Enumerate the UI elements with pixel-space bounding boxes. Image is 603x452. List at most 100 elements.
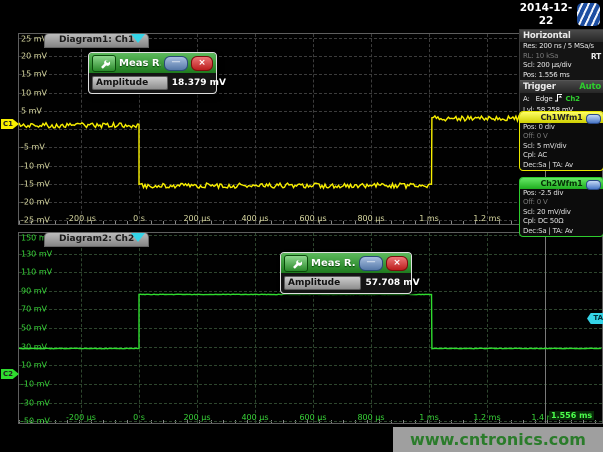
rohde-schwarz-logo	[577, 3, 600, 26]
ch1-waveform-titlebar[interactable]: Ch1Wfm1	[520, 112, 603, 123]
y-axis-label: -10 mV	[21, 161, 50, 170]
x-axis-label: 1.2 ms	[473, 413, 500, 422]
trigger-mode-badge: Auto	[579, 82, 601, 92]
y-axis-label: 20 mV	[21, 51, 47, 60]
ch2-waveform-settings-box[interactable]: Ch2Wfm1 Pos: -2.5 div Off: 0 V Scl: 20 m…	[519, 177, 603, 237]
close-button[interactable]: ×	[191, 56, 213, 71]
y-axis-label: -50 mV	[21, 417, 50, 424]
y-axis-label: 90 mV	[21, 286, 47, 295]
date-label: 2014-12-22	[517, 2, 575, 28]
ch2-decimation-row: Dec:Sa | TA: Av	[520, 227, 603, 236]
ch2-position-row: Pos: -2.5 div	[520, 189, 603, 198]
ch1-scale-row: Scl: 5 mV/div	[520, 142, 603, 151]
trigger-type-value: Edge	[536, 95, 553, 105]
horizontal-scale-row: Scl: 200 µs/div	[520, 61, 603, 71]
watermark-banner: www.cntronics.com	[393, 427, 603, 452]
y-axis-label: -15 mV	[21, 179, 50, 188]
y-axis-label: 5 mV	[21, 106, 42, 115]
ch1-coupling-row: Cpl: AC	[520, 151, 603, 160]
x-axis-label: 400 µs	[241, 214, 268, 223]
y-axis-label: 70 mV	[21, 305, 47, 314]
x-axis-label: 200 µs	[183, 214, 210, 223]
measurement-parameter[interactable]: Amplitude	[284, 276, 361, 290]
timebase-scale-value: Scl: 200 µs/div	[523, 61, 571, 71]
trigger-position-marker-diagram1[interactable]	[131, 34, 145, 43]
horizontal-position-row: Pos: 1.556 ms	[520, 71, 603, 81]
measurement-value: 18.379 mV	[172, 78, 228, 88]
x-axis-label: 600 µs	[299, 214, 326, 223]
measurement-window-2[interactable]: Meas R...2 — × Amplitude 57.708 mV	[280, 252, 412, 294]
ch2-scale-row: Scl: 20 mV/div	[520, 208, 603, 217]
measurement-window-2-body: Amplitude 57.708 mV	[281, 273, 411, 293]
measurement-settings-button[interactable]	[284, 255, 308, 272]
trigger-source-value: Ch2	[565, 95, 579, 105]
ch2-coupling-row: Cpl: DC 50Ω	[520, 217, 603, 226]
realtime-badge: RT	[591, 52, 601, 62]
x-axis-label: -200 µs	[66, 413, 96, 422]
x-axis-label: 0 s	[133, 413, 145, 422]
x-axis-label: 0 s	[133, 214, 145, 223]
record-length-value: RL: 10 kSa	[523, 52, 558, 62]
measurement-settings-button[interactable]	[92, 55, 116, 72]
y-axis-label: -30 mV	[21, 398, 50, 407]
trigger-source-row: A: Edge Ch2	[520, 93, 603, 106]
resolution-value: Res: 200 ns / 5 MSa/s	[523, 42, 594, 52]
ch1-offset-row: Off: 0 V	[520, 132, 603, 141]
y-axis-label: 15 mV	[21, 70, 47, 79]
horizontal-resolution-row: Res: 200 ns / 5 MSa/s	[520, 42, 603, 52]
x-axis-label: 1.2 ms	[473, 214, 500, 223]
measurement-window-2-titlebar[interactable]: Meas R...2 — ×	[281, 253, 411, 273]
ch2-offset-row: Off: 0 V	[520, 198, 603, 207]
y-axis-label: 10 mV	[21, 88, 47, 97]
y-axis-label: -10 mV	[21, 379, 50, 388]
minimize-button[interactable]: —	[359, 256, 383, 271]
acquisition-settings-panel: Horizontal Res: 200 ns / 5 MSa/s RL: 10 …	[519, 29, 603, 117]
ch1-position-row: Pos: 0 div	[520, 123, 603, 132]
ch2-waveform-title: Ch2Wfm1	[541, 179, 583, 188]
rising-edge-icon	[554, 93, 563, 106]
minimize-button[interactable]: —	[164, 56, 188, 71]
x-axis-label: -200 µs	[66, 214, 96, 223]
x-axis-label: 400 µs	[241, 413, 268, 422]
measurement-window-1[interactable]: Meas R...1 — × Amplitude 18.379 mV	[88, 52, 217, 94]
watermark-text: www.cntronics.com	[410, 430, 586, 449]
channel2-position-marker[interactable]: C2	[1, 369, 19, 379]
y-axis-label: 110 mV	[21, 268, 52, 277]
measurement-window-1-body: Amplitude 18.379 mV	[89, 73, 216, 93]
wrench-icon	[99, 54, 110, 73]
horizontal-section-header[interactable]: Horizontal	[520, 30, 603, 42]
y-axis-label: 30 mV	[21, 342, 47, 351]
wrench-icon	[291, 254, 302, 273]
close-button[interactable]: ×	[386, 256, 408, 271]
ch2-waveform-titlebar[interactable]: Ch2Wfm1	[520, 178, 603, 189]
x-axis-label: 1 ms	[419, 413, 439, 422]
y-axis-label: 10 mV	[21, 361, 47, 370]
channel1-position-marker[interactable]: C1	[1, 119, 19, 129]
y-axis-label: -25 mV	[21, 216, 50, 225]
trigger-section-header[interactable]: Trigger Auto	[520, 80, 603, 93]
oscilloscope-screen: 25 mV20 mV15 mV10 mV5 mV-5 mV-10 mV-15 m…	[0, 0, 603, 452]
ch1-waveform-title: Ch1Wfm1	[541, 113, 583, 122]
measurement-parameter[interactable]: Amplitude	[92, 76, 168, 90]
y-axis-label: -20 mV	[21, 198, 50, 207]
acquisition-position-label: 1.556 ms	[549, 411, 594, 420]
timebase-position-value: Pos: 1.556 ms	[523, 71, 570, 81]
ch1-waveform-settings-box[interactable]: Ch1Wfm1 Pos: 0 div Off: 0 V Scl: 5 mV/di…	[519, 111, 603, 171]
measurement-window-1-title: Meas R...1	[119, 58, 161, 69]
y-axis-label: 50 mV	[21, 324, 47, 333]
ch1-decimation-row: Dec:Sa | TA: Av	[520, 161, 603, 170]
minimize-icon[interactable]	[586, 114, 601, 124]
x-axis-label: 200 µs	[183, 413, 210, 422]
trigger-a-label: A:	[523, 95, 530, 105]
y-axis-label: 130 mV	[21, 249, 52, 258]
x-axis-label: 800 µs	[357, 214, 384, 223]
measurement-window-1-titlebar[interactable]: Meas R...1 — ×	[89, 53, 216, 73]
trigger-position-marker-diagram2[interactable]	[131, 233, 145, 242]
horizontal-recordlength-row: RL: 10 kSa RT	[520, 52, 603, 62]
x-axis-label: 800 µs	[357, 413, 384, 422]
x-axis-label: 1 ms	[419, 214, 439, 223]
horizontal-title: Horizontal	[523, 31, 571, 41]
x-axis-label: 600 µs	[299, 413, 326, 422]
minimize-icon[interactable]	[586, 180, 601, 190]
trigger-title: Trigger	[523, 82, 556, 92]
